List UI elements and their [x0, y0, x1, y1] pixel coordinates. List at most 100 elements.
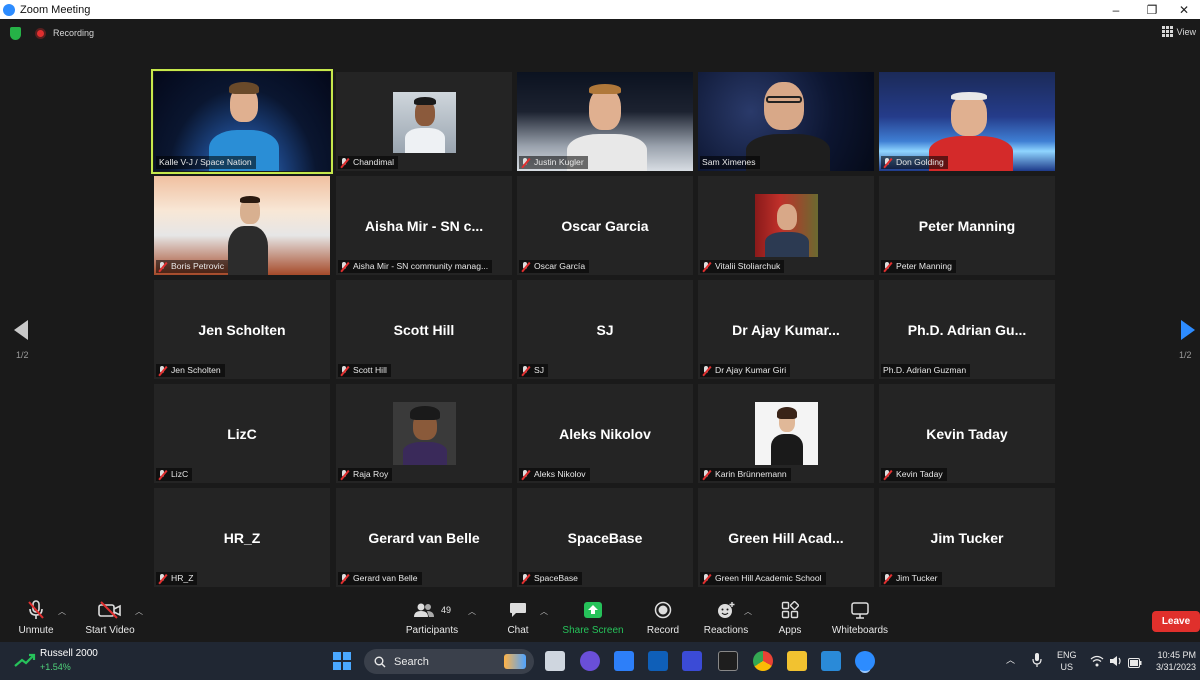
participant-name-label: Green Hill Academic School [700, 572, 826, 585]
participant-name-label: Vitalii Stoliarchuk [700, 260, 785, 273]
participant-tile[interactable]: Sam Ximenes [698, 72, 874, 171]
language-code: ENG [1057, 650, 1077, 660]
todo-check-icon[interactable] [614, 651, 634, 671]
participant-video [755, 194, 818, 257]
whiteboards-button[interactable]: Whiteboards [826, 599, 894, 636]
participant-tile[interactable]: Karin Brünnemann [698, 384, 874, 483]
participant-tile[interactable]: Ph.D. Adrian Gu... Ph.D. Adrian Guzman [879, 280, 1055, 379]
windows-taskbar: Russell 2000 +1.54% ︿ ENG US 10:45 PM 3/… [0, 642, 1200, 680]
participant-tile[interactable]: Kevin Taday Kevin Taday [879, 384, 1055, 483]
previous-page-arrow-icon[interactable] [14, 320, 28, 340]
stock-widget-name[interactable]: Russell 2000 [40, 648, 98, 659]
recording-label: Recording [53, 28, 95, 38]
participant-tile[interactable]: Peter Manning Peter Manning [879, 176, 1055, 275]
muted-mic-icon [521, 573, 530, 584]
terminal-icon[interactable] [718, 651, 738, 671]
participant-tile[interactable]: Dr Ajay Kumar... Dr Ajay Kumar Giri [698, 280, 874, 379]
participant-tile[interactable]: HR_Z HR_Z [154, 488, 330, 587]
participant-name-label: Oscar García [519, 260, 590, 273]
muted-mic-icon [702, 261, 711, 272]
participant-video [755, 402, 818, 465]
participant-tile[interactable]: Jim Tucker Jim Tucker [879, 488, 1055, 587]
zoom-taskbar-icon[interactable] [855, 651, 875, 671]
apps-button[interactable]: Apps [770, 599, 810, 636]
participant-tile[interactable]: Aisha Mir - SN c... Aisha Mir - SN commu… [336, 176, 512, 275]
language-indicator[interactable]: ENG US [1057, 649, 1077, 673]
muted-mic-icon [702, 573, 711, 584]
participant-tile[interactable]: Boris Petrovic [154, 176, 330, 275]
participant-name-label: Jen Scholten [156, 364, 225, 377]
start-video-button[interactable]: Start Video [80, 599, 140, 636]
participant-tile[interactable]: Don Golding [879, 72, 1055, 171]
unmute-button[interactable]: Unmute [12, 599, 60, 636]
participant-tile[interactable]: Kalle V-J / Space Nation [151, 69, 333, 174]
participant-tile[interactable]: SJ SJ [517, 280, 693, 379]
meeting-toolbar: Unmute ︿ Start Video ︿ 49 Participants ︿… [0, 595, 1200, 642]
windows-start-icon[interactable] [333, 652, 351, 670]
muted-mic-icon [883, 261, 892, 272]
tray-chevron-icon[interactable]: ︿ [1006, 653, 1015, 666]
search-highlight-icon [504, 654, 526, 669]
design-app-icon[interactable] [682, 651, 702, 671]
participant-video [393, 92, 456, 153]
reactions-button[interactable]: Reactions [700, 599, 752, 636]
participants-options-chevron-icon[interactable]: ︿ [468, 606, 476, 617]
wifi-icon[interactable] [1090, 654, 1104, 672]
participant-tile[interactable]: Chandimal [336, 72, 512, 171]
participants-button[interactable]: 49 Participants [400, 599, 464, 636]
apps-icon [770, 599, 810, 621]
muted-mic-icon [702, 365, 711, 376]
volume-icon[interactable] [1109, 654, 1123, 672]
participant-name-label: Don Golding [881, 156, 948, 169]
participant-tile[interactable]: Gerard van Belle Gerard van Belle [336, 488, 512, 587]
participant-name-label: Ph.D. Adrian Guzman [881, 364, 971, 377]
participant-tile[interactable]: Green Hill Acad... Green Hill Academic S… [698, 488, 874, 587]
zoom-logo-icon [3, 3, 15, 16]
zoom-window: Zoom Meeting – ❐ ✕ Recording View 1/2 1/… [0, 0, 1200, 680]
participant-tile[interactable]: Jen Scholten Jen Scholten [154, 280, 330, 379]
close-button[interactable]: ✕ [1164, 0, 1200, 19]
participant-name-label: Scott Hill [338, 364, 391, 377]
muted-mic-icon [883, 157, 892, 168]
minimize-button[interactable]: – [1096, 0, 1136, 19]
battery-icon[interactable] [1128, 655, 1142, 673]
chrome-icon[interactable] [753, 651, 773, 671]
reactions-options-chevron-icon[interactable]: ︿ [744, 606, 752, 617]
muted-mic-icon [158, 261, 167, 272]
tray-microphone-icon[interactable] [1031, 652, 1043, 673]
muted-mic-icon [883, 469, 892, 480]
participant-tile[interactable]: Vitalii Stoliarchuk [698, 176, 874, 275]
outlook-icon[interactable] [648, 651, 668, 671]
leave-button[interactable]: Leave [1152, 611, 1200, 632]
video-options-chevron-icon[interactable]: ︿ [135, 606, 143, 617]
muted-mic-icon [340, 469, 349, 480]
participant-tile[interactable]: Justin Kugler [517, 72, 693, 171]
vscode-icon[interactable] [821, 651, 841, 671]
stock-widget-change: +1.54% [40, 662, 71, 672]
recording-icon [35, 28, 46, 39]
taskbar-search-box[interactable]: Search [364, 649, 534, 674]
view-button[interactable]: View [1161, 26, 1196, 37]
chat-button[interactable]: Chat [498, 599, 538, 636]
participant-tile[interactable]: SpaceBase SpaceBase [517, 488, 693, 587]
chat-options-chevron-icon[interactable]: ︿ [540, 606, 548, 617]
window-title: Zoom Meeting [20, 3, 91, 16]
file-explorer-icon[interactable] [787, 651, 807, 671]
clock-date: 3/31/2023 [1155, 662, 1196, 672]
clock[interactable]: 10:45 PM 3/31/2023 [1150, 649, 1196, 673]
participant-tile[interactable]: Scott Hill Scott Hill [336, 280, 512, 379]
record-button[interactable]: Record [642, 599, 684, 636]
participant-tile[interactable]: Oscar Garcia Oscar García [517, 176, 693, 275]
muted-mic-icon [521, 261, 530, 272]
participant-tile[interactable]: Raja Roy [336, 384, 512, 483]
muted-mic-icon [340, 261, 349, 272]
audio-options-chevron-icon[interactable]: ︿ [58, 606, 66, 617]
muted-mic-icon [158, 573, 167, 584]
task-view-icon[interactable] [545, 651, 565, 671]
security-shield-icon[interactable] [10, 27, 21, 40]
share-screen-button[interactable]: Share Screen [560, 599, 626, 636]
teams-meeting-icon[interactable] [580, 651, 600, 671]
participant-tile[interactable]: Aleks Nikolov Aleks Nikolov [517, 384, 693, 483]
participant-tile[interactable]: LizC LizC [154, 384, 330, 483]
next-page-arrow-icon[interactable] [1181, 320, 1195, 340]
